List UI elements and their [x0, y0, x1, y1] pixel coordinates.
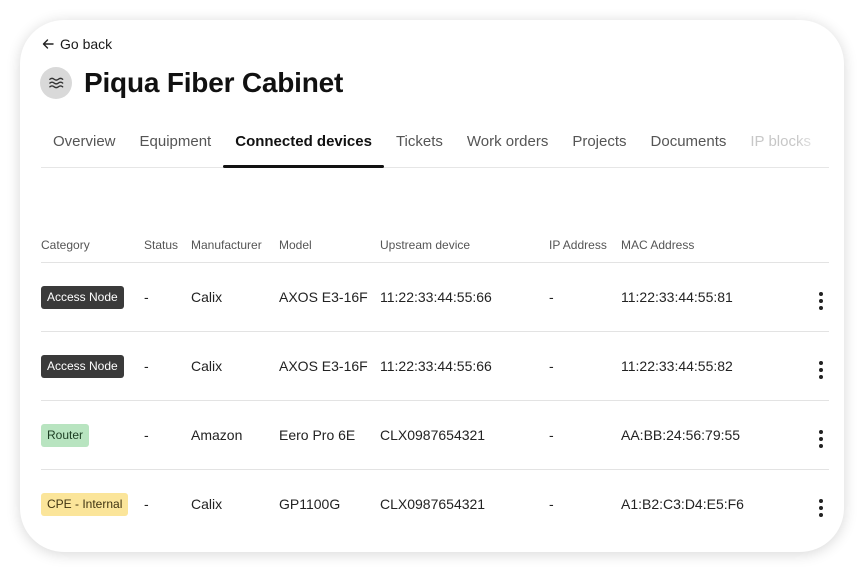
mac-address-cell: 11:22:33:44:55:82 [621, 331, 791, 401]
page-title: Piqua Fiber Cabinet [84, 67, 344, 98]
category-badge: Access Node [41, 354, 124, 378]
status-cell: - [144, 331, 191, 401]
tabs-scroll-fade [795, 122, 829, 166]
status-cell: - [144, 262, 191, 332]
more-options-icon[interactable] [813, 359, 829, 381]
tab-tickets[interactable]: Tickets [384, 122, 455, 167]
column-header-category[interactable]: Category [41, 228, 144, 263]
tab-work-orders[interactable]: Work orders [455, 122, 560, 167]
upstream-device-cell: 11:22:33:44:55:66 [380, 331, 549, 401]
page-header: Piqua Fiber Cabinet [40, 67, 343, 99]
tab-projects[interactable]: Projects [560, 122, 638, 167]
arrow-left-icon [42, 39, 54, 49]
tab-bar: Overview Equipment Connected devices Tic… [41, 122, 829, 168]
upstream-device-cell: CLX0987654321 [380, 496, 486, 512]
ip-address-cell: - [549, 331, 621, 401]
table-row[interactable]: Access Node - Calix AXOS E3-16F 11:22:33… [41, 331, 829, 401]
more-options-icon[interactable] [813, 290, 829, 312]
manufacturer-cell: Calix [191, 262, 279, 332]
model-cell: AXOS E3-16F [279, 331, 380, 401]
column-header-mac-address[interactable]: MAC Address [621, 228, 791, 263]
manufacturer-cell: Calix [191, 496, 223, 512]
column-header-status[interactable]: Status [144, 228, 191, 263]
mac-address-cell: AA:BB:24:56:79:55 [621, 400, 791, 470]
manufacturer-cell: Amazon [191, 400, 279, 470]
table-row[interactable]: Router - Amazon Eero Pro 6E CLX098765432… [41, 400, 829, 470]
category-badge: CPE - Internal [41, 492, 129, 516]
table-row[interactable]: Access Node - Calix AXOS E3-16F 11:22:33… [41, 262, 829, 332]
tab-documents[interactable]: Documents [639, 122, 739, 167]
go-back-link[interactable]: Go back [42, 36, 112, 52]
column-header-upstream-device[interactable]: Upstream device [380, 228, 549, 263]
column-header-model[interactable]: Model [279, 228, 380, 263]
category-badge: Access Node [41, 285, 124, 309]
mac-address-cell: A1:B2:C3:D4:E5:F6 [621, 496, 744, 512]
model-cell: AXOS E3-16F [279, 262, 380, 332]
site-detail-card: Go back Piqua Fiber Cabinet Overview Equ… [20, 20, 844, 552]
upstream-device-cell: 11:22:33:44:55:66 [380, 262, 549, 332]
tab-connected-devices[interactable]: Connected devices [223, 122, 384, 168]
column-header-ip-address[interactable]: IP Address [549, 228, 621, 263]
table-header-row: Category Status Manufacturer Model Upstr… [41, 228, 829, 263]
status-cell: - [144, 400, 191, 470]
tab-equipment[interactable]: Equipment [128, 122, 224, 167]
more-options-icon[interactable] [813, 497, 829, 519]
model-cell: GP1100G [279, 496, 341, 512]
ip-address-cell: - [549, 262, 621, 332]
column-header-actions [791, 228, 829, 263]
mac-address-cell: 11:22:33:44:55:81 [621, 262, 791, 332]
more-options-icon[interactable] [813, 428, 829, 450]
upstream-device-cell: CLX0987654321 [380, 400, 549, 470]
ip-address-cell: - [549, 496, 554, 512]
manufacturer-cell: Calix [191, 331, 279, 401]
column-header-manufacturer[interactable]: Manufacturer [191, 228, 279, 263]
waves-icon [40, 67, 72, 99]
category-badge: Router [41, 423, 90, 447]
model-cell: Eero Pro 6E [279, 400, 380, 470]
table-row[interactable]: CPE - Internal - Calix GP1100G CLX098765… [41, 470, 829, 539]
tab-overview[interactable]: Overview [41, 122, 128, 167]
status-cell: - [144, 496, 149, 512]
connected-devices-table: Category Status Manufacturer Model Upstr… [41, 228, 829, 538]
go-back-label: Go back [60, 36, 113, 52]
ip-address-cell: - [549, 400, 621, 470]
